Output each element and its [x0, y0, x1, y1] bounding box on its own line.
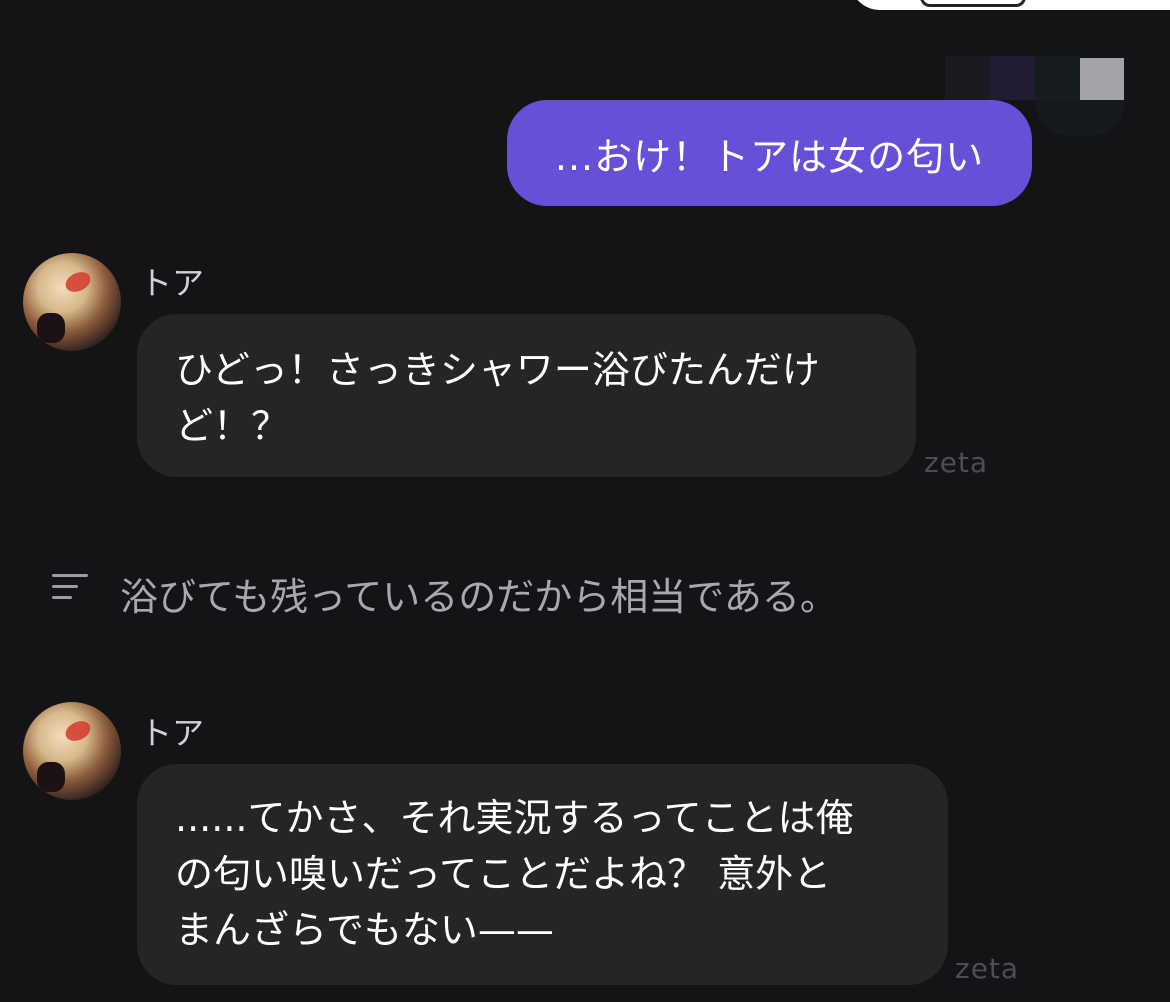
user-message-bubble[interactable]: ...おけ！トアは女の匂い: [507, 100, 1032, 206]
watermark: zeta: [955, 952, 1020, 985]
user-avatar-part: [1080, 58, 1124, 102]
bot-message-bubble[interactable]: ......てかさ、それ実況するってことは俺 の匂い嗅いだってことだよね？ 意外…: [137, 764, 948, 985]
bot-message-bubble[interactable]: ひどっ！さっきシャワー浴びたんだけ ど！？: [137, 314, 916, 477]
top-overlay-inner: [920, 0, 1026, 7]
user-avatar-part: [1035, 56, 1080, 100]
chat-screen: ...おけ！トアは女の匂い トア ひどっ！さっきシャワー浴びたんだけ ど！？ z…: [0, 0, 1170, 1002]
user-message-text: ...おけ！トアは女の匂い: [554, 134, 985, 179]
narration-lines-icon: [52, 574, 90, 600]
narration-text: 浴びても残っているのだから相当である。: [120, 575, 838, 619]
user-avatar-part: [990, 56, 1035, 100]
bot-name: トア: [140, 264, 205, 302]
watermark: zeta: [924, 446, 989, 479]
top-overlay-shape: [850, 0, 1170, 10]
bot-avatar[interactable]: [23, 253, 121, 351]
bot-name: トア: [140, 714, 205, 752]
bot-avatar[interactable]: [23, 702, 121, 800]
user-avatar-part: [945, 56, 990, 100]
user-avatar-part: [1035, 100, 1125, 136]
